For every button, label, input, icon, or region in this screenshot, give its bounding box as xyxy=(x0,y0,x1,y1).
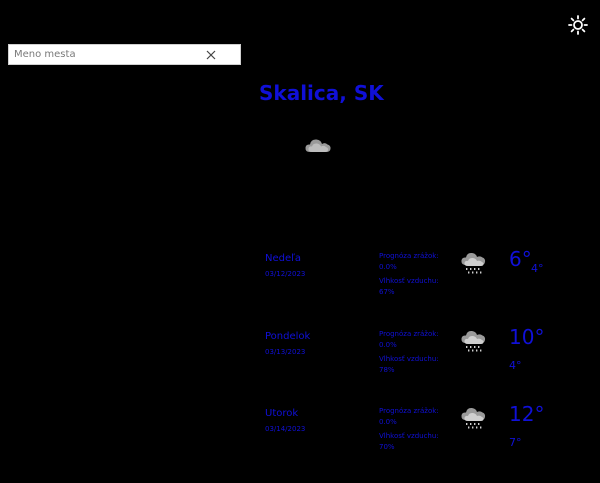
forecast-day-sunday: Nedeľa 03/12/2023 Prognóza zrážok: 0.0% … xyxy=(0,247,600,328)
settings-button[interactable] xyxy=(567,14,589,36)
search-input[interactable] xyxy=(9,45,214,64)
temperature-low: 7° xyxy=(509,436,522,449)
rain-forecast: Prognóza zrážok: 0.0% xyxy=(379,330,439,349)
cloud-icon xyxy=(305,139,331,152)
humidity: Vlhkosť vzduchu: 67% xyxy=(379,277,439,296)
cloud-rain-icon xyxy=(461,407,486,429)
close-icon xyxy=(206,50,216,60)
rain-forecast: Prognóza zrážok: 0.0% xyxy=(379,252,439,271)
day-name: Utorok xyxy=(265,408,299,419)
rain-forecast: Prognóza zrážok: 0.0% xyxy=(379,407,439,426)
day-date: 03/13/2023 xyxy=(265,348,306,356)
page-title: Skalica, SK xyxy=(259,81,384,105)
cloud-rain-icon xyxy=(461,330,486,352)
clear-search-button[interactable] xyxy=(202,46,220,64)
day-date: 03/12/2023 xyxy=(265,270,306,278)
temperature-high: 12° xyxy=(509,402,545,426)
gear-icon xyxy=(568,15,588,35)
temperature-low: 4° xyxy=(531,262,544,275)
temperature-high: 10° xyxy=(509,325,545,349)
temperature-low: 4° xyxy=(509,359,522,372)
day-date: 03/14/2023 xyxy=(265,425,306,433)
day-name: Nedeľa xyxy=(265,253,302,264)
humidity: Vlhkosť vzduchu: 78% xyxy=(379,355,439,374)
forecast-day-tuesday: Utorok 03/14/2023 Prognóza zrážok: 0.0% … xyxy=(0,402,600,483)
search-box xyxy=(8,44,241,65)
temperature-high: 6° xyxy=(509,247,532,271)
cloud-rain-icon xyxy=(461,252,486,274)
day-name: Pondelok xyxy=(265,331,311,342)
forecast-day-monday: Pondelok 03/13/2023 Prognóza zrážok: 0.0… xyxy=(0,325,600,406)
